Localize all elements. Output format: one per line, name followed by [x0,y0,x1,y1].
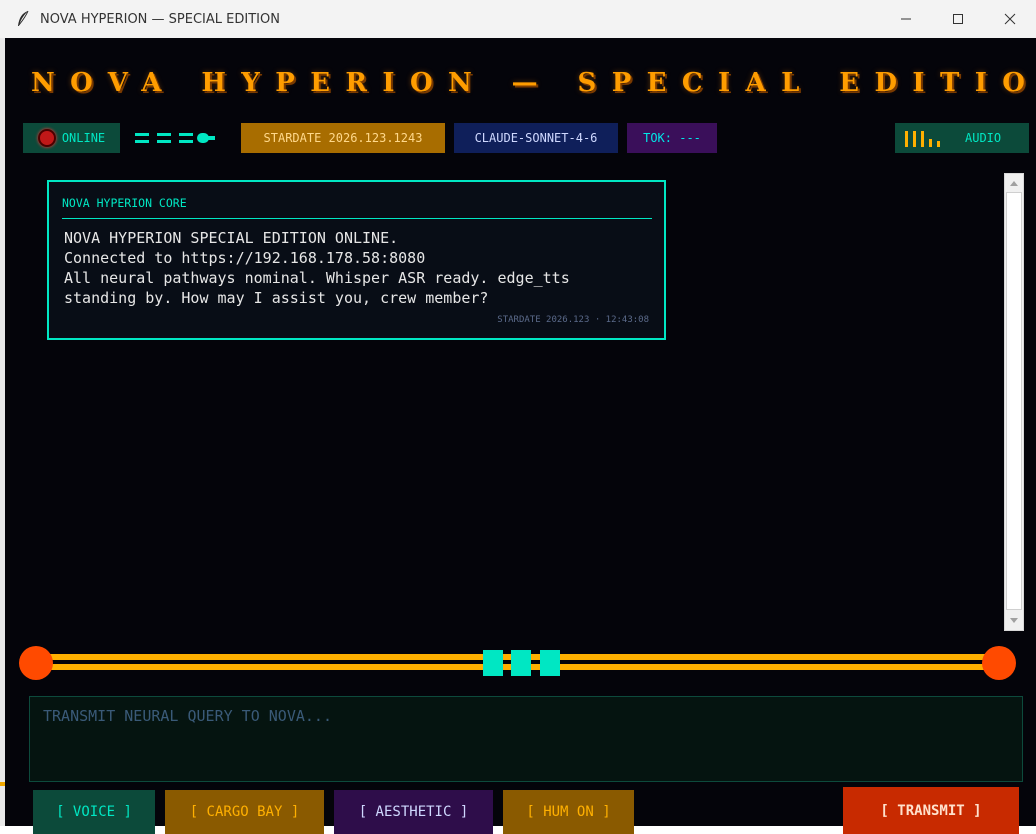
message-card: NOVA HYPERION CORE NOVA HYPERION SPECIAL… [47,180,666,340]
chat-scrollbar[interactable] [1004,173,1024,631]
window-titlebar[interactable]: NOVA HYPERION — SPECIAL EDITION [0,0,1036,39]
online-label: ONLINE [61,131,106,145]
audio-levels-icon [905,129,945,147]
window-controls [880,0,1036,38]
window-title: NOVA HYPERION — SPECIAL EDITION [40,11,280,27]
app-window: NOVA HYPERION — SPECIAL EDITION ONLINE S… [5,38,1036,834]
maximize-icon [953,14,963,24]
transmit-button[interactable]: [ TRANSMIT ] [843,787,1019,834]
voice-button[interactable]: [ VOICE ] [33,790,155,834]
scroll-thumb[interactable] [1006,192,1022,610]
query-input-container [29,696,1023,782]
minimize-button[interactable] [880,0,932,38]
audio-meter-badge[interactable]: AUDIO [895,123,1029,153]
scroll-down-arrow-icon[interactable] [1005,612,1023,630]
message-sender: NOVA HYPERION CORE [62,196,652,219]
app-title: NOVA HYPERION — SPECIAL EDITION [31,68,1036,98]
minimize-icon [901,18,911,20]
message-text: NOVA HYPERION SPECIAL EDITION ONLINE. Co… [64,229,570,307]
chat-log[interactable]: NOVA HYPERION CORE NOVA HYPERION SPECIAL… [10,170,1005,632]
query-input[interactable] [30,697,1022,781]
model-badge: CLAUDE-SONNET-4-6 [454,123,618,153]
stardate-badge: STARDATE 2026.123.1243 [241,123,445,153]
token-counter-badge: TOK: --- [627,123,717,153]
status-bar: ONLINE STARDATE 2026.123.1243 CLAUDE-SON… [23,123,1031,155]
close-button[interactable] [984,0,1036,38]
online-status-badge: ONLINE [23,123,120,153]
signal-dashes-icon [135,133,215,143]
maximize-button[interactable] [932,0,984,38]
scroll-up-arrow-icon[interactable] [1005,174,1023,192]
message-timestamp: STARDATE 2026.123 · 12:43:08 [497,315,649,325]
status-led-icon [37,129,56,147]
audio-label: AUDIO [965,131,1002,145]
hull-divider-decoration [19,646,1016,680]
hum-toggle-button[interactable]: [ HUM ON ] [503,790,634,834]
feather-icon [14,10,32,28]
close-icon [1004,13,1016,25]
aesthetic-button[interactable]: [ AESTHETIC ] [334,790,493,834]
cargo-bay-button[interactable]: [ CARGO BAY ] [165,790,324,834]
